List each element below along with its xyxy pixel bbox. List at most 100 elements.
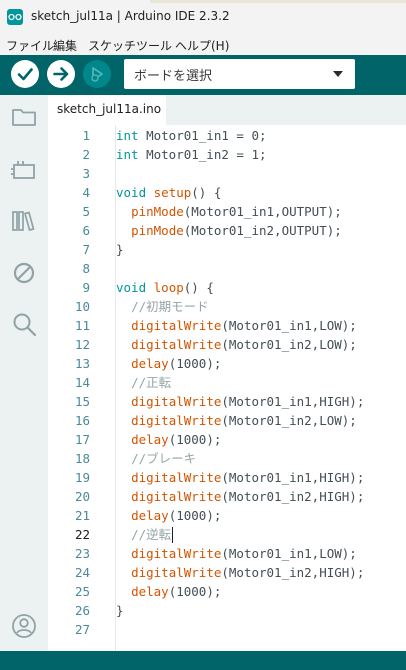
debug-button[interactable]: [83, 60, 111, 88]
line-number: 13: [74, 356, 90, 371]
code-text: }: [116, 603, 124, 618]
code-line[interactable]: 8: [48, 259, 406, 278]
code-text: pinMode(Motor01_in2,OUTPUT);: [131, 223, 342, 238]
line-number: 22: [74, 527, 90, 542]
status-bar: [0, 651, 406, 670]
line-number: 14: [74, 375, 90, 390]
board-manager-icon[interactable]: [10, 156, 38, 184]
code-text: void setup() {: [116, 185, 222, 200]
code-line[interactable]: 2 int Motor01_in2 = 1;: [48, 145, 406, 164]
code-text: void loop() {: [116, 280, 214, 295]
code-text: }: [116, 242, 124, 257]
window-title: sketch_jul11a | Arduino IDE 2.3.2: [31, 9, 230, 23]
toolbar: ボードを選択: [0, 55, 406, 95]
line-number: 19: [74, 470, 90, 485]
chevron-down-icon: [333, 71, 343, 77]
text-cursor: [172, 527, 173, 543]
code-line[interactable]: 20 digitalWrite(Motor01_in2,HIGH);: [48, 487, 406, 506]
board-selector-label: ボードを選択: [134, 69, 213, 84]
code-text: digitalWrite(Motor01_in1,HIGH);: [131, 470, 365, 485]
line-number: 27: [74, 622, 90, 637]
code-line[interactable]: 23 digitalWrite(Motor01_in1,LOW);: [48, 544, 406, 563]
board-selector[interactable]: ボードを選択: [124, 59, 355, 89]
line-number: 25: [74, 584, 90, 599]
menu-sketch[interactable]: スケッチ: [88, 37, 136, 54]
line-number: 3: [82, 166, 90, 181]
title-bar: sketch_jul11a | Arduino IDE 2.3.2: [0, 0, 406, 33]
code-text: digitalWrite(Motor01_in1,HIGH);: [131, 394, 365, 409]
tab-label: sketch_jul11a.ino: [57, 102, 162, 116]
line-number: 5: [82, 204, 90, 219]
code-line[interactable]: 21 delay(1000);: [48, 506, 406, 525]
line-number: 24: [74, 565, 90, 580]
code-line[interactable]: 18 //ブレーキ: [48, 449, 406, 468]
line-number: 2: [82, 147, 90, 162]
line-number: 16: [74, 413, 90, 428]
code-line[interactable]: 15 digitalWrite(Motor01_in1,HIGH);: [48, 392, 406, 411]
folder-icon[interactable]: [10, 103, 38, 131]
arduino-logo-icon: [7, 9, 23, 25]
search-icon[interactable]: [10, 310, 38, 338]
code-line[interactable]: 5 pinMode(Motor01_in1,OUTPUT);: [48, 202, 406, 221]
code-line[interactable]: 7}: [48, 240, 406, 259]
upload-button[interactable]: [47, 60, 75, 88]
arrow-right-icon: [53, 67, 69, 81]
code-line[interactable]: 13 delay(1000);: [48, 354, 406, 373]
code-text: delay(1000);: [131, 584, 222, 599]
code-text: delay(1000);: [131, 508, 222, 523]
no-debug-icon[interactable]: [10, 259, 38, 287]
tab-sketch[interactable]: sketch_jul11a.ino: [48, 95, 166, 125]
debug-icon: [91, 67, 103, 82]
line-number: 7: [82, 242, 90, 257]
line-number: 10: [74, 299, 90, 314]
code-text: digitalWrite(Motor01_in1,LOW);: [131, 318, 357, 333]
code-line[interactable]: 26}: [48, 601, 406, 620]
code-text: digitalWrite(Motor01_in2,LOW);: [131, 413, 357, 428]
tab-bar: sketch_jul11a.ino: [48, 95, 406, 125]
line-number: 18: [74, 451, 90, 466]
code-text: digitalWrite(Motor01_in2,LOW);: [131, 337, 357, 352]
library-icon[interactable]: [10, 207, 38, 235]
check-icon: [17, 68, 33, 81]
code-line[interactable]: 22 //逆転: [48, 525, 406, 544]
line-number: 12: [74, 337, 90, 352]
code-line[interactable]: 27: [48, 620, 406, 639]
code-text: //初期モード: [131, 299, 209, 314]
menu-tools[interactable]: ツール: [136, 37, 172, 54]
line-number: 11: [74, 318, 90, 333]
code-text: int Motor01_in2 = 1;: [116, 147, 267, 162]
code-editor[interactable]: 1 int Motor01_in1 = 0; 2 int Motor01_in2 = …: [48, 125, 406, 651]
code-line[interactable]: 24 digitalWrite(Motor01_in2,HIGH);: [48, 563, 406, 582]
code-line[interactable]: 9 void loop() {: [48, 278, 406, 297]
line-number: 26: [74, 603, 90, 618]
line-number: 1: [82, 128, 90, 143]
line-number: 4: [82, 185, 90, 200]
code-line[interactable]: 14 //正転: [48, 373, 406, 392]
code-line[interactable]: 25 delay(1000);: [48, 582, 406, 601]
code-text: digitalWrite(Motor01_in2,HIGH);: [131, 489, 365, 504]
code-text: delay(1000);: [131, 432, 222, 447]
line-number: 17: [74, 432, 90, 447]
code-text: //ブレーキ: [131, 451, 197, 466]
account-icon[interactable]: [10, 612, 38, 640]
code-line[interactable]: 19 digitalWrite(Motor01_in1,HIGH);: [48, 468, 406, 487]
code-line[interactable]: 1 int Motor01_in1 = 0;: [48, 126, 406, 145]
code-text: int Motor01_in1 = 0;: [116, 128, 267, 143]
code-line[interactable]: 10 //初期モード: [48, 297, 406, 316]
code-text: digitalWrite(Motor01_in1,LOW);: [131, 546, 357, 561]
verify-button[interactable]: [11, 60, 39, 88]
code-text: //逆転: [131, 527, 172, 542]
code-text: pinMode(Motor01_in1,OUTPUT);: [131, 204, 342, 219]
code-line[interactable]: 6 pinMode(Motor01_in2,OUTPUT);: [48, 221, 406, 240]
menu-file[interactable]: ファイル: [6, 37, 54, 54]
code-line[interactable]: 16 digitalWrite(Motor01_in2,LOW);: [48, 411, 406, 430]
menu-help[interactable]: ヘルプ(H): [175, 37, 229, 54]
code-line[interactable]: 12 digitalWrite(Motor01_in2,LOW);: [48, 335, 406, 354]
code-line[interactable]: 11 digitalWrite(Motor01_in1,LOW);: [48, 316, 406, 335]
sidebar: [0, 95, 48, 651]
code-line[interactable]: 4 void setup() {: [48, 183, 406, 202]
code-text: delay(1000);: [131, 356, 222, 371]
code-line[interactable]: 3: [48, 164, 406, 183]
menu-edit[interactable]: 編集: [53, 37, 77, 54]
code-line[interactable]: 17 delay(1000);: [48, 430, 406, 449]
